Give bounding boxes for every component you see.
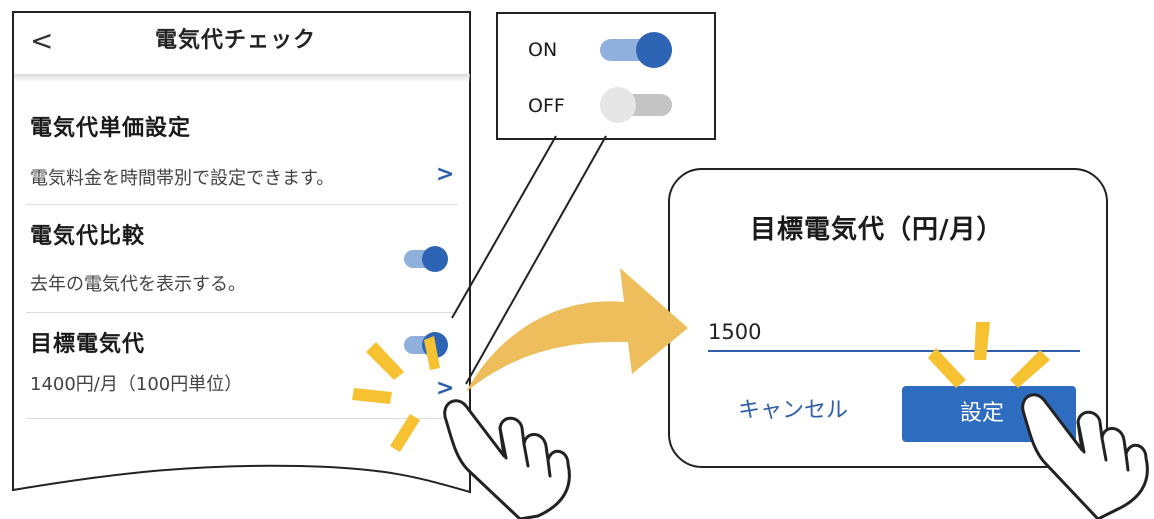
divider xyxy=(26,204,458,205)
target-cost-title: 目標電気代 xyxy=(30,332,146,357)
divider xyxy=(26,418,458,419)
target-cost-chevron-icon[interactable]: > xyxy=(436,376,454,402)
dialog-title: 目標電気代（円/月） xyxy=(750,215,1004,245)
page-title: 電気代チェック xyxy=(155,28,317,53)
curved-arrow-icon xyxy=(466,268,688,392)
pointing-hand-icon xyxy=(443,399,571,519)
comparison-subtitle: 去年の電気代を表示する。 xyxy=(30,274,246,295)
legend-off-label: OFF xyxy=(528,95,565,117)
target-cost-toggle[interactable] xyxy=(404,332,448,358)
divider xyxy=(26,312,458,313)
comparison-toggle[interactable] xyxy=(404,246,448,272)
legend-toggle-off xyxy=(600,87,676,123)
unit-price-setting-chevron-icon[interactable]: > xyxy=(436,162,454,188)
header-shadow xyxy=(14,74,470,82)
chevron-left-icon: < xyxy=(30,24,54,57)
comparison-title: 電気代比較 xyxy=(30,224,146,249)
unit-price-setting-subtitle: 電気料金を時間帯別で設定できます。 xyxy=(30,168,335,189)
unit-price-setting-title: 電気代単価設定 xyxy=(30,116,192,141)
confirm-button[interactable]: 設定 xyxy=(902,386,1076,442)
target-cost-input[interactable]: 1500 xyxy=(708,318,1078,350)
cancel-button[interactable]: キャンセル xyxy=(738,396,848,426)
legend-on-label: ON xyxy=(528,39,558,61)
input-underline xyxy=(708,350,1080,352)
legend-toggle-on xyxy=(600,32,676,68)
callout-pointer xyxy=(451,135,607,385)
target-cost-subtitle: 1400円/月（100円単位） xyxy=(30,374,243,395)
back-button[interactable]: < xyxy=(30,24,53,58)
